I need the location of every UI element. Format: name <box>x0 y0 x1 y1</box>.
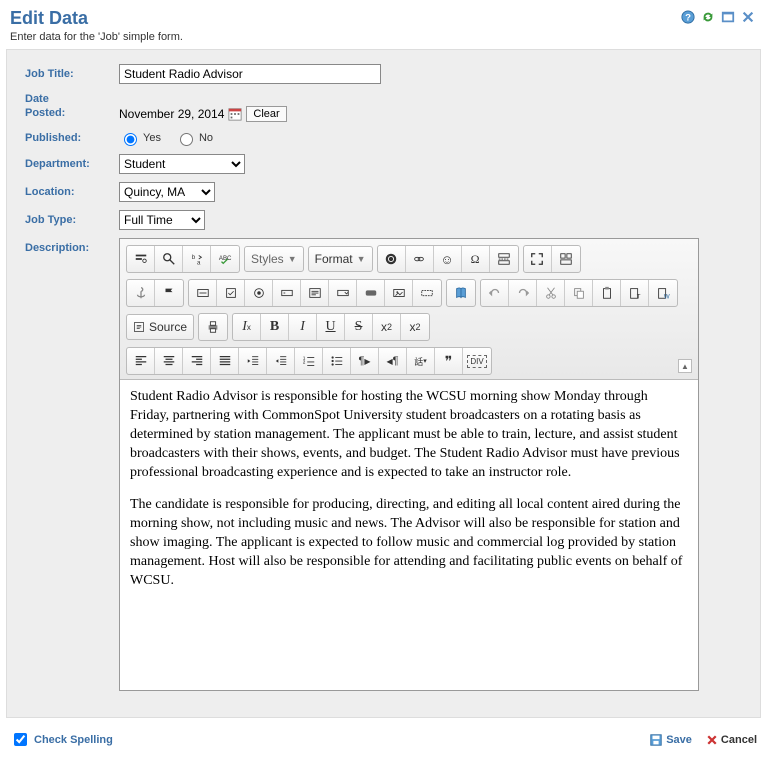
underline-button[interactable]: U <box>317 314 345 340</box>
select-icon[interactable] <box>329 280 357 306</box>
omega-icon[interactable]: Ω <box>462 246 490 272</box>
div-icon[interactable]: DIV <box>463 348 491 374</box>
redo-icon[interactable] <box>509 280 537 306</box>
department-select[interactable]: Student <box>119 154 245 174</box>
indent-icon[interactable] <box>267 348 295 374</box>
refresh-icon[interactable] <box>701 10 715 27</box>
help-icon[interactable]: ? <box>681 10 695 27</box>
label-published: Published: <box>25 132 119 144</box>
pagebreak-icon[interactable] <box>490 246 518 272</box>
date-posted-value: November 29, 2014 <box>119 107 224 121</box>
outdent-icon[interactable] <box>239 348 267 374</box>
toolbar-btn[interactable] <box>127 246 155 272</box>
superscript-button[interactable]: x2 <box>401 314 429 340</box>
svg-text:T: T <box>636 293 640 300</box>
image-button-icon[interactable] <box>385 280 413 306</box>
svg-text:a: a <box>197 259 201 266</box>
svg-text:b: b <box>191 254 195 261</box>
published-no-radio[interactable]: No <box>175 130 213 146</box>
label-job-title: Job Title: <box>25 68 119 80</box>
maximize-icon[interactable] <box>721 10 735 27</box>
label-location: Location: <box>25 186 119 198</box>
checkbox-icon[interactable] <box>217 280 245 306</box>
calendar-icon[interactable] <box>228 107 242 121</box>
bold-button[interactable]: B <box>261 314 289 340</box>
hidden-field-icon[interactable] <box>413 280 441 306</box>
label-department: Department: <box>25 158 119 170</box>
align-justify-icon[interactable] <box>211 348 239 374</box>
anchor-icon[interactable] <box>127 280 155 306</box>
ltr-icon[interactable]: ¶▶ <box>351 348 379 374</box>
cancel-button[interactable]: Cancel <box>706 733 757 747</box>
print-icon[interactable] <box>199 314 227 340</box>
editor-content-area[interactable]: Student Radio Advisor is responsible for… <box>120 380 698 690</box>
check-spelling-checkbox[interactable]: Check Spelling <box>10 730 113 749</box>
textarea-icon[interactable] <box>301 280 329 306</box>
location-select[interactable]: Quincy, MA <box>119 182 215 202</box>
page-title: Edit Data <box>10 8 757 29</box>
language-icon[interactable]: 話▾ <box>407 348 435 374</box>
flag-icon[interactable] <box>155 280 183 306</box>
button-form-icon[interactable] <box>357 280 385 306</box>
svg-text:W: W <box>664 293 670 300</box>
editor-toolbar: ba ABC Styles▼ Format▼ ☺ Ω <box>120 239 698 380</box>
align-center-icon[interactable] <box>155 348 183 374</box>
paste-word-icon[interactable]: W <box>649 280 677 306</box>
textfield-icon[interactable] <box>273 280 301 306</box>
rich-text-editor: ba ABC Styles▼ Format▼ ☺ Ω <box>119 238 699 691</box>
svg-text:?: ? <box>685 13 691 24</box>
format-combo[interactable]: Format▼ <box>308 246 373 272</box>
radio-icon[interactable] <box>245 280 273 306</box>
job-type-select[interactable]: Full Time <box>119 210 205 230</box>
description-p2: The candidate is responsible for produci… <box>130 496 688 590</box>
subscript-button[interactable]: x2 <box>373 314 401 340</box>
cut-icon[interactable] <box>537 280 565 306</box>
maximize-editor-icon[interactable] <box>524 246 552 272</box>
form-icon[interactable] <box>189 280 217 306</box>
emoji-icon[interactable]: ☺ <box>434 246 462 272</box>
blockquote-icon[interactable]: ❞ <box>435 348 463 374</box>
paste-text-icon[interactable]: T <box>621 280 649 306</box>
align-left-icon[interactable] <box>127 348 155 374</box>
collapse-toolbar-icon[interactable]: ▲ <box>678 359 692 373</box>
rtl-icon[interactable]: ◀¶ <box>379 348 407 374</box>
undo-icon[interactable] <box>481 280 509 306</box>
italic2-button[interactable]: I <box>289 314 317 340</box>
show-blocks-icon[interactable] <box>552 246 580 272</box>
source-button[interactable]: Source <box>126 314 194 340</box>
clear-date-button[interactable]: Clear <box>246 106 286 122</box>
book-icon[interactable] <box>447 280 475 306</box>
italic-button[interactable]: Ix <box>233 314 261 340</box>
dialog-footer: Check Spelling Save Cancel <box>0 724 767 759</box>
label-description: Description: <box>25 242 119 254</box>
styles-combo[interactable]: Styles▼ <box>244 246 304 272</box>
edit-data-dialog: Edit Data Enter data for the 'Job' simpl… <box>0 0 767 759</box>
page-subtitle: Enter data for the 'Job' simple form. <box>10 31 757 43</box>
strike-button[interactable]: S <box>345 314 373 340</box>
form-body: Job Title: DatePosted: November 29, 2014… <box>6 49 761 718</box>
svg-text:2: 2 <box>302 360 305 365</box>
link-icon[interactable] <box>378 246 406 272</box>
label-job-type: Job Type: <box>25 214 119 226</box>
job-title-input[interactable] <box>119 64 381 84</box>
copy-icon[interactable] <box>565 280 593 306</box>
numbered-list-icon[interactable]: 12 <box>295 348 323 374</box>
published-yes-radio[interactable]: Yes <box>119 130 161 146</box>
description-p1: Student Radio Advisor is responsible for… <box>130 388 688 482</box>
dialog-header: Edit Data Enter data for the 'Job' simpl… <box>0 0 767 49</box>
replace-icon[interactable]: ba <box>183 246 211 272</box>
label-date-posted: DatePosted: <box>25 92 119 121</box>
save-button[interactable]: Save <box>649 733 692 747</box>
spellcheck-icon[interactable]: ABC <box>211 246 239 272</box>
align-right-icon[interactable] <box>183 348 211 374</box>
find-icon[interactable] <box>155 246 183 272</box>
unlink-icon[interactable] <box>406 246 434 272</box>
paste-icon[interactable] <box>593 280 621 306</box>
close-icon[interactable] <box>741 10 755 27</box>
bullet-list-icon[interactable] <box>323 348 351 374</box>
